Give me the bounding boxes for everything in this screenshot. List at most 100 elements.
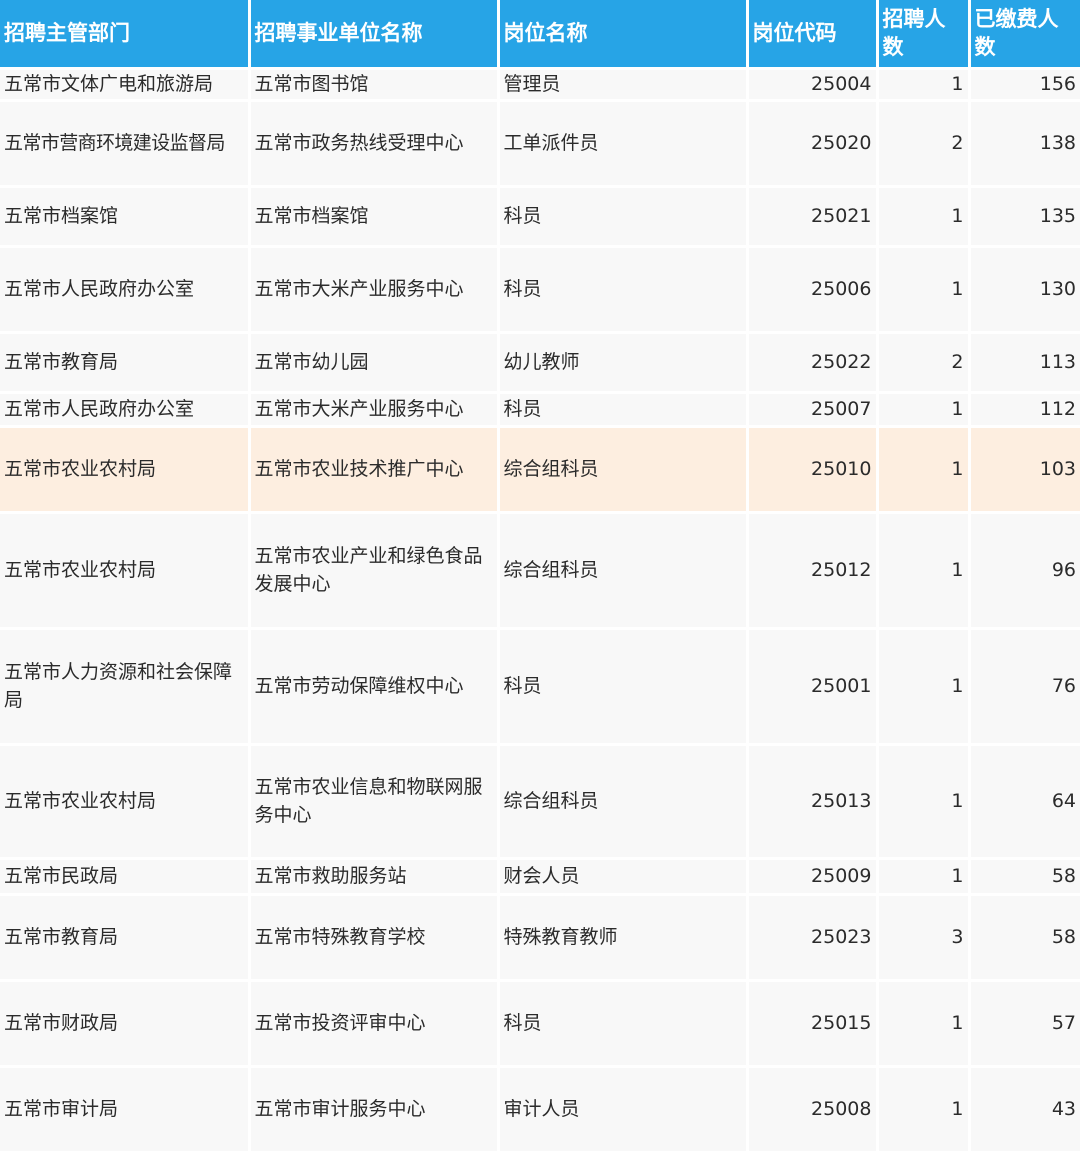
cell-code: 25023 [747,894,879,982]
cell-paid: 58 [969,894,1080,982]
table-row: 五常市教育局 五常市幼儿园 幼儿教师 25022 2 113 [0,332,1080,394]
cell-paid: 76 [969,628,1080,746]
cell-dept: 五常市审计局 [0,1066,251,1154]
cell-unit: 五常市特殊教育学校 [249,894,500,982]
cell-hires: 1 [877,744,971,860]
cell-dept: 五常市农业农村局 [0,426,251,514]
cell-post: 科员 [498,980,749,1068]
cell-post: 科员 [498,246,749,334]
cell-dept: 五常市人民政府办公室 [0,246,251,334]
table-row: 五常市文体广电和旅游局 五常市图书馆 管理员 25004 1 156 [0,68,1080,102]
cell-post: 工单派件员 [498,100,749,188]
cell-hires: 3 [877,894,971,982]
cell-unit: 五常市审计服务中心 [249,1066,500,1154]
cell-paid: 103 [969,426,1080,514]
cell-dept: 五常市文体广电和旅游局 [0,68,251,102]
cell-hires: 1 [877,858,971,896]
table-row: 五常市教育局 五常市特殊教育学校 特殊教育教师 25023 3 58 [0,894,1080,982]
cell-code: 25015 [747,980,879,1068]
table-row-highlighted: 五常市农业农村局 五常市农业技术推广中心 综合组科员 25010 1 103 [0,426,1080,514]
cell-paid: 113 [969,332,1080,394]
cell-hires: 1 [877,628,971,746]
cell-paid: 43 [969,1066,1080,1154]
cell-code: 25020 [747,100,879,188]
header-row: 招聘主管部门 招聘事业单位名称 岗位名称 岗位代码 招聘人数 已缴费人数 [0,0,1080,70]
table-row: 五常市人民政府办公室 五常市大米产业服务中心 科员 25006 1 130 [0,246,1080,334]
header-dept: 招聘主管部门 [0,0,251,70]
cell-unit: 五常市劳动保障维权中心 [249,628,500,746]
cell-paid: 156 [969,68,1080,102]
cell-dept: 五常市民政局 [0,858,251,896]
cell-hires: 1 [877,186,971,248]
cell-dept: 五常市教育局 [0,332,251,394]
cell-unit: 五常市幼儿园 [249,332,500,394]
recruitment-table: 招聘主管部门 招聘事业单位名称 岗位名称 岗位代码 招聘人数 已缴费人数 五常市… [0,0,1080,1154]
cell-unit: 五常市大米产业服务中心 [249,392,500,428]
cell-code: 25021 [747,186,879,248]
cell-unit: 五常市投资评审中心 [249,980,500,1068]
cell-post: 科员 [498,392,749,428]
cell-code: 25008 [747,1066,879,1154]
cell-post: 综合组科员 [498,512,749,630]
cell-dept: 五常市人民政府办公室 [0,392,251,428]
cell-hires: 1 [877,426,971,514]
cell-paid: 96 [969,512,1080,630]
cell-dept: 五常市档案馆 [0,186,251,248]
cell-hires: 2 [877,332,971,394]
cell-dept: 五常市教育局 [0,894,251,982]
cell-dept: 五常市人力资源和社会保障局 [0,628,251,746]
cell-code: 25001 [747,628,879,746]
cell-hires: 1 [877,246,971,334]
cell-dept: 五常市财政局 [0,980,251,1068]
header-code: 岗位代码 [747,0,879,70]
cell-post: 管理员 [498,68,749,102]
table-row: 五常市农业农村局 五常市农业产业和绿色食品发展中心 综合组科员 25012 1 … [0,512,1080,630]
cell-code: 25006 [747,246,879,334]
cell-paid: 135 [969,186,1080,248]
cell-unit: 五常市救助服务站 [249,858,500,896]
cell-unit: 五常市大米产业服务中心 [249,246,500,334]
cell-post: 幼儿教师 [498,332,749,394]
cell-unit: 五常市农业产业和绿色食品发展中心 [249,512,500,630]
cell-code: 25004 [747,68,879,102]
table-row: 五常市农业农村局 五常市农业信息和物联网服务中心 综合组科员 25013 1 6… [0,744,1080,860]
cell-dept: 五常市农业农村局 [0,512,251,630]
cell-hires: 1 [877,68,971,102]
cell-hires: 1 [877,980,971,1068]
cell-post: 科员 [498,628,749,746]
cell-code: 25010 [747,426,879,514]
cell-hires: 1 [877,392,971,428]
cell-unit: 五常市图书馆 [249,68,500,102]
table-row: 五常市人力资源和社会保障局 五常市劳动保障维权中心 科员 25001 1 76 [0,628,1080,746]
table-row: 五常市档案馆 五常市档案馆 科员 25021 1 135 [0,186,1080,248]
cell-hires: 1 [877,512,971,630]
cell-post: 综合组科员 [498,426,749,514]
table-row: 五常市财政局 五常市投资评审中心 科员 25015 1 57 [0,980,1080,1068]
cell-hires: 2 [877,100,971,188]
cell-code: 25009 [747,858,879,896]
header-unit: 招聘事业单位名称 [249,0,500,70]
cell-hires: 1 [877,1066,971,1154]
cell-post: 财会人员 [498,858,749,896]
cell-code: 25012 [747,512,879,630]
header-post: 岗位名称 [498,0,749,70]
cell-unit: 五常市农业技术推广中心 [249,426,500,514]
cell-post: 审计人员 [498,1066,749,1154]
cell-paid: 138 [969,100,1080,188]
header-paid: 已缴费人数 [969,0,1080,70]
cell-unit: 五常市政务热线受理中心 [249,100,500,188]
cell-dept: 五常市农业农村局 [0,744,251,860]
cell-paid: 64 [969,744,1080,860]
cell-post: 综合组科员 [498,744,749,860]
cell-unit: 五常市农业信息和物联网服务中心 [249,744,500,860]
cell-code: 25013 [747,744,879,860]
cell-paid: 57 [969,980,1080,1068]
table-row: 五常市人民政府办公室 五常市大米产业服务中心 科员 25007 1 112 [0,392,1080,428]
cell-paid: 58 [969,858,1080,896]
cell-dept: 五常市营商环境建设监督局 [0,100,251,188]
cell-post: 科员 [498,186,749,248]
table-row: 五常市审计局 五常市审计服务中心 审计人员 25008 1 43 [0,1066,1080,1154]
table-row: 五常市民政局 五常市救助服务站 财会人员 25009 1 58 [0,858,1080,896]
cell-paid: 130 [969,246,1080,334]
table-row: 五常市营商环境建设监督局 五常市政务热线受理中心 工单派件员 25020 2 1… [0,100,1080,188]
